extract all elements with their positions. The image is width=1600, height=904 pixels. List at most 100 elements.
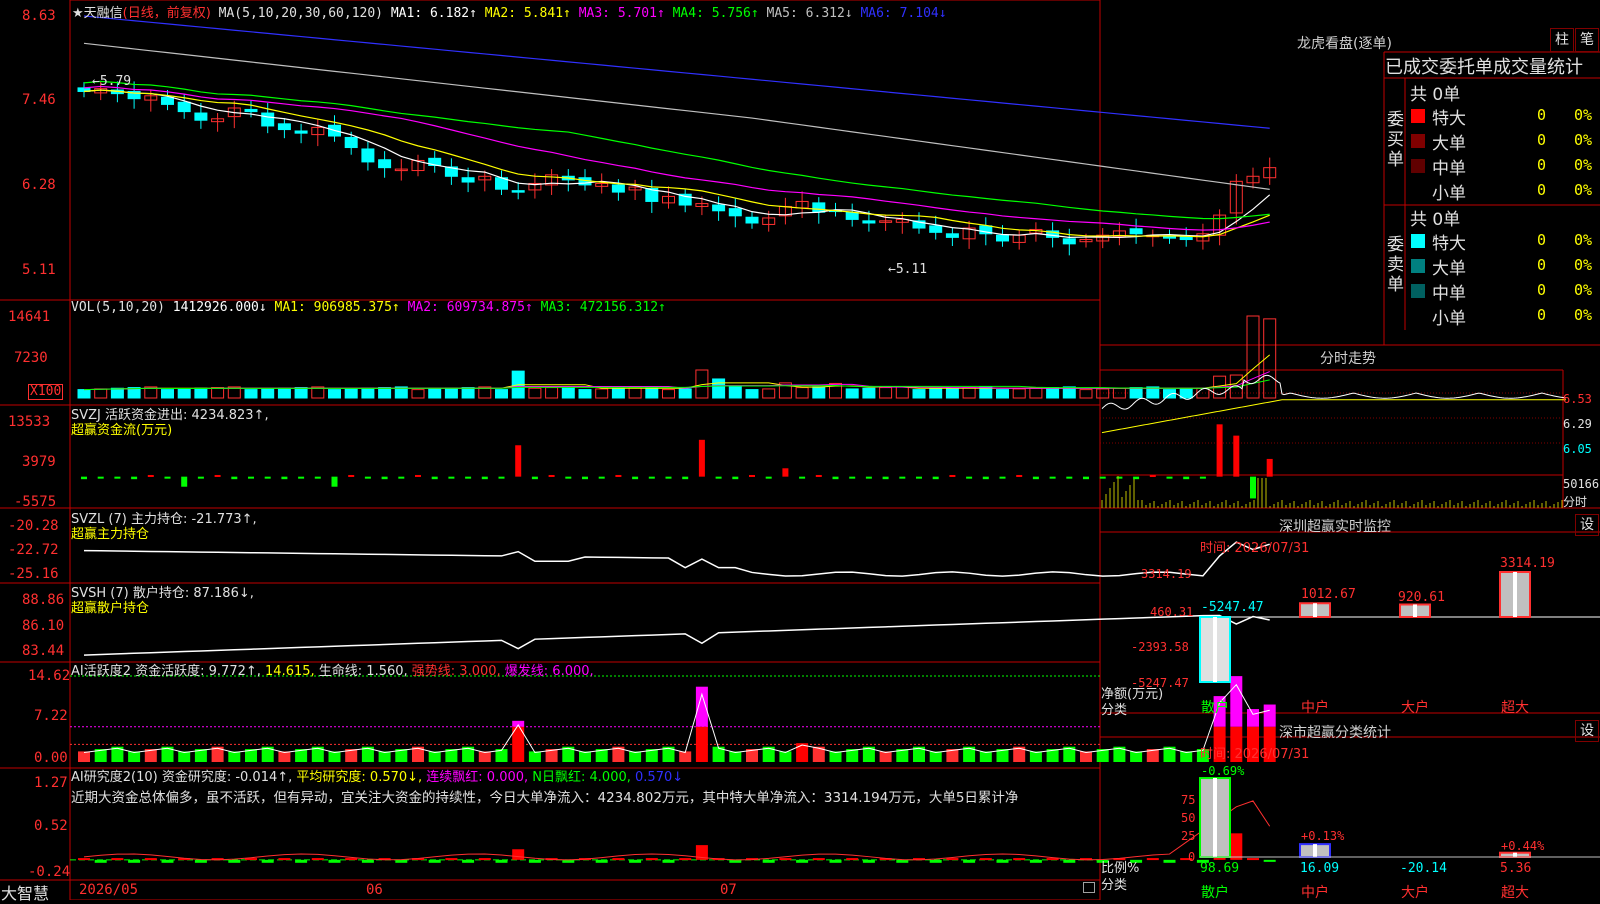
svzj-bar-47: [865, 476, 872, 479]
svzj-bar-38: [715, 476, 722, 479]
vol-bar-28: [545, 387, 559, 399]
ai-research-bar-64: [1146, 858, 1159, 861]
ai-active-bar-12: [278, 751, 291, 762]
cls-value-1: 16.09: [1300, 861, 1340, 876]
ai-research-bar-13: [295, 859, 308, 863]
chart-canvas[interactable]: [0, 0, 1600, 900]
vol-bar-50: [912, 389, 926, 399]
vol-bar-70: [1246, 315, 1260, 399]
cls-cat-1: 中户: [1301, 885, 1329, 901]
date-tick-may: 2026/05: [79, 882, 139, 898]
buy-pct-3: 0%: [1574, 181, 1593, 199]
sz-cat-3: 超大: [1501, 700, 1529, 716]
cls-cat-2: 大户: [1401, 885, 1429, 901]
sell-pct-1: 0%: [1574, 256, 1593, 274]
vol-bar-52: [945, 387, 959, 399]
candle-body-23: [461, 177, 475, 183]
sz-classify-settings-button[interactable]: 设: [1575, 720, 1599, 742]
ma-value-0: MA1: 6.182↑: [390, 6, 485, 21]
vol-bar-5: [161, 389, 174, 399]
svzj-bar-40: [749, 474, 755, 477]
svzj-bar-26: [515, 445, 522, 477]
candle-body-10: [244, 108, 258, 113]
ma-value-1: MA2: 5.841↑: [484, 6, 579, 21]
buy-name-3: 小单: [1432, 184, 1466, 204]
sz-value-2: 920.61: [1398, 590, 1445, 605]
bar-mode-button[interactable]: 柱: [1550, 28, 1574, 52]
vol-axis-2: 7230: [14, 350, 48, 366]
tab-filled[interactable]: 已成交: [1385, 57, 1439, 78]
candle-body-40: [745, 216, 759, 224]
candle-body-5: [161, 96, 174, 105]
brand-logo[interactable]: 大智慧: [1, 880, 49, 904]
lhb-tabs: 已成交委托单成交量统计: [1385, 53, 1583, 79]
svzj-subtitle: 超赢资金流(万元): [71, 423, 173, 438]
ai-research-value-2: 连续飘红: 0.000,: [426, 770, 533, 785]
sell-swatch-2: [1411, 284, 1425, 298]
ai-research-bar-42: [779, 858, 792, 861]
sell-pct-3: 0%: [1574, 306, 1593, 324]
ai-active-axis-1: 14.62: [28, 668, 71, 684]
buy-swatch-1: [1411, 134, 1425, 148]
vol-value-2: MA2: 609734.875↑: [407, 300, 541, 315]
candle-body-52: [945, 233, 959, 238]
stock-name[interactable]: ★天融信: [72, 6, 123, 21]
ai-active-bar-48: [879, 751, 892, 762]
ai-research-bar-4: [144, 858, 157, 861]
candle-body-26: [511, 190, 525, 193]
lock-icon[interactable]: [1083, 882, 1095, 893]
vol-value-1: MA1: 906985.375↑: [274, 300, 408, 315]
price-axis-2: 7.46: [22, 92, 56, 108]
ai-active-bar-18: [378, 751, 391, 762]
tab-volume[interactable]: 成交量: [1493, 57, 1547, 78]
sell-total: 共 0单: [1410, 210, 1461, 230]
svzj-bar-6: [181, 476, 188, 487]
sell-name-0: 特大: [1432, 234, 1466, 254]
ai-research-bar-14: [311, 858, 324, 861]
tab-orders[interactable]: 委托单: [1439, 57, 1493, 78]
ai-research-bar-49: [896, 859, 909, 863]
tab-stats[interactable]: 统计: [1547, 57, 1583, 78]
sell-swatch-1: [1411, 259, 1425, 273]
ai-research-bar-43: [796, 859, 809, 863]
ai-research-bar-35: [662, 859, 675, 863]
vol-bar-53: [962, 387, 976, 399]
vol-bar-51: [929, 388, 943, 399]
sz-axis-1: 3314.19: [1141, 567, 1192, 581]
vol-bar-16: [344, 388, 358, 399]
cls-axis-1: 75: [1181, 793, 1196, 807]
buy-total: 共 0单: [1410, 85, 1461, 105]
ai-active-bar-21: [428, 751, 441, 762]
sz-monitor-time: 时间: 2026/07/31: [1200, 541, 1310, 556]
ai-research-bar-65: [1163, 859, 1176, 863]
ai-active-bar-36: [679, 751, 692, 762]
chart-mode[interactable]: (日线，前复权): [123, 6, 211, 21]
buy-swatch-0: [1411, 109, 1425, 123]
ai-research-bar-16: [345, 858, 358, 861]
ai-active-bar-3: [128, 751, 141, 762]
panel-frames: [0, 0, 1600, 900]
svzj-bar-2: [114, 476, 121, 479]
svzj-bar-7: [197, 476, 204, 479]
svzj-bar-52: [949, 474, 956, 477]
cls-change-1: +0.13%: [1301, 829, 1345, 843]
price-axis-4: 5.11: [22, 262, 56, 278]
ai-active-bar-66: [1180, 751, 1193, 762]
ai-active-bar-15: [328, 751, 341, 762]
intraday-avg-line: [1101, 399, 1566, 434]
pen-mode-button[interactable]: 笔: [1575, 28, 1599, 52]
vol-bar-2: [110, 387, 124, 399]
sz-monitor-settings-button[interactable]: 设: [1575, 514, 1599, 536]
ma1-line: [83, 89, 1271, 238]
svsh-subtitle: 超赢散户持仓: [71, 601, 150, 616]
ai-research-axis-2: 0.52: [34, 818, 68, 834]
svzj-bar-41: [765, 476, 772, 479]
buy-count-1: 0: [1537, 131, 1547, 149]
svzj-bar-36: [682, 476, 689, 480]
sell-pct-0: 0%: [1574, 231, 1593, 249]
vol-bar-7: [194, 387, 208, 399]
ma-value-5: MA6: 7.104↓: [860, 6, 947, 21]
ai-research-bar-26: [512, 849, 525, 860]
svzj-bar-70: [1250, 476, 1256, 499]
cls-value-2: -20.14: [1400, 861, 1447, 876]
